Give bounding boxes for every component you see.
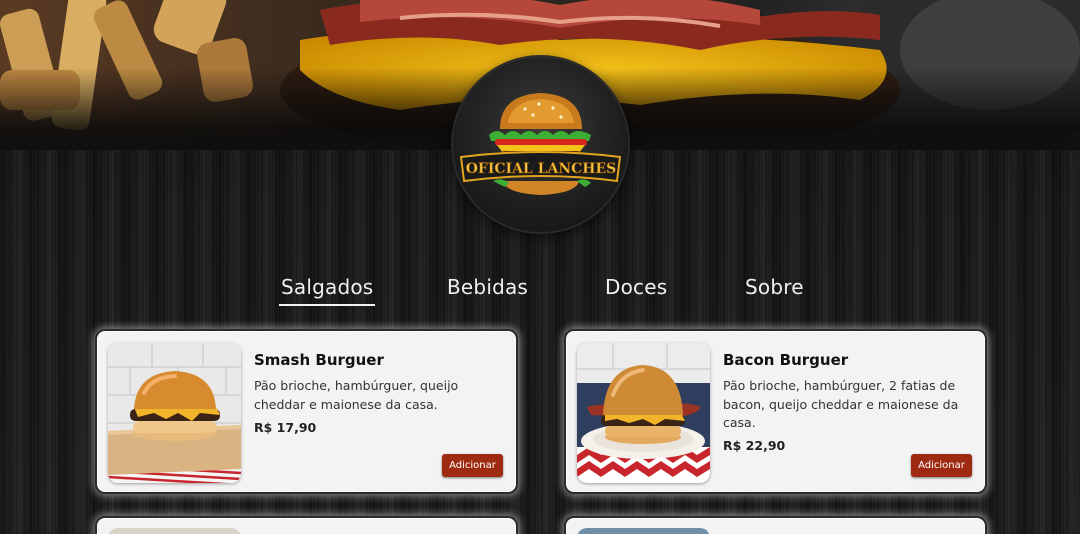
tab-bebidas[interactable]: Bebidas bbox=[447, 275, 528, 299]
product-photo-partial bbox=[108, 528, 241, 534]
tab-salgados[interactable]: Salgados bbox=[278, 275, 376, 306]
tab-doces[interactable]: Doces bbox=[605, 275, 667, 299]
product-card-partial-left[interactable] bbox=[95, 516, 518, 534]
burger-logo-icon: OFICIAL LANCHES bbox=[459, 93, 622, 195]
product-price: R$ 22,90 bbox=[723, 438, 786, 453]
product-name: Smash Burguer bbox=[254, 351, 384, 369]
tab-sobre[interactable]: Sobre bbox=[745, 275, 804, 299]
product-description: Pão brioche, hambúrguer, 2 fatias de bac… bbox=[723, 378, 959, 430]
category-nav: Salgados Bebidas Doces Sobre bbox=[0, 275, 1080, 309]
add-to-cart-button[interactable]: Adicionar bbox=[442, 454, 503, 477]
product-photo-partial bbox=[577, 528, 710, 534]
bacon-burger-photo bbox=[577, 343, 710, 483]
product-name: Bacon Burguer bbox=[723, 351, 849, 369]
logo-text: OFICIAL LANCHES bbox=[466, 161, 617, 177]
product-price: R$ 17,90 bbox=[254, 420, 317, 435]
product-card-partial-right[interactable] bbox=[564, 516, 987, 534]
product-card-bacon-burguer[interactable]: Bacon Burguer Pão brioche, hambúrguer, 2… bbox=[564, 329, 987, 494]
brand-logo[interactable]: OFICIAL LANCHES bbox=[453, 57, 628, 232]
product-description: Pão brioche, hambúrguer, queijo cheddar … bbox=[254, 378, 459, 412]
product-card-smash-burguer[interactable]: Smash Burguer Pão brioche, hambúrguer, q… bbox=[95, 329, 518, 494]
add-to-cart-button[interactable]: Adicionar bbox=[911, 454, 972, 477]
smash-burger-photo bbox=[108, 343, 241, 483]
